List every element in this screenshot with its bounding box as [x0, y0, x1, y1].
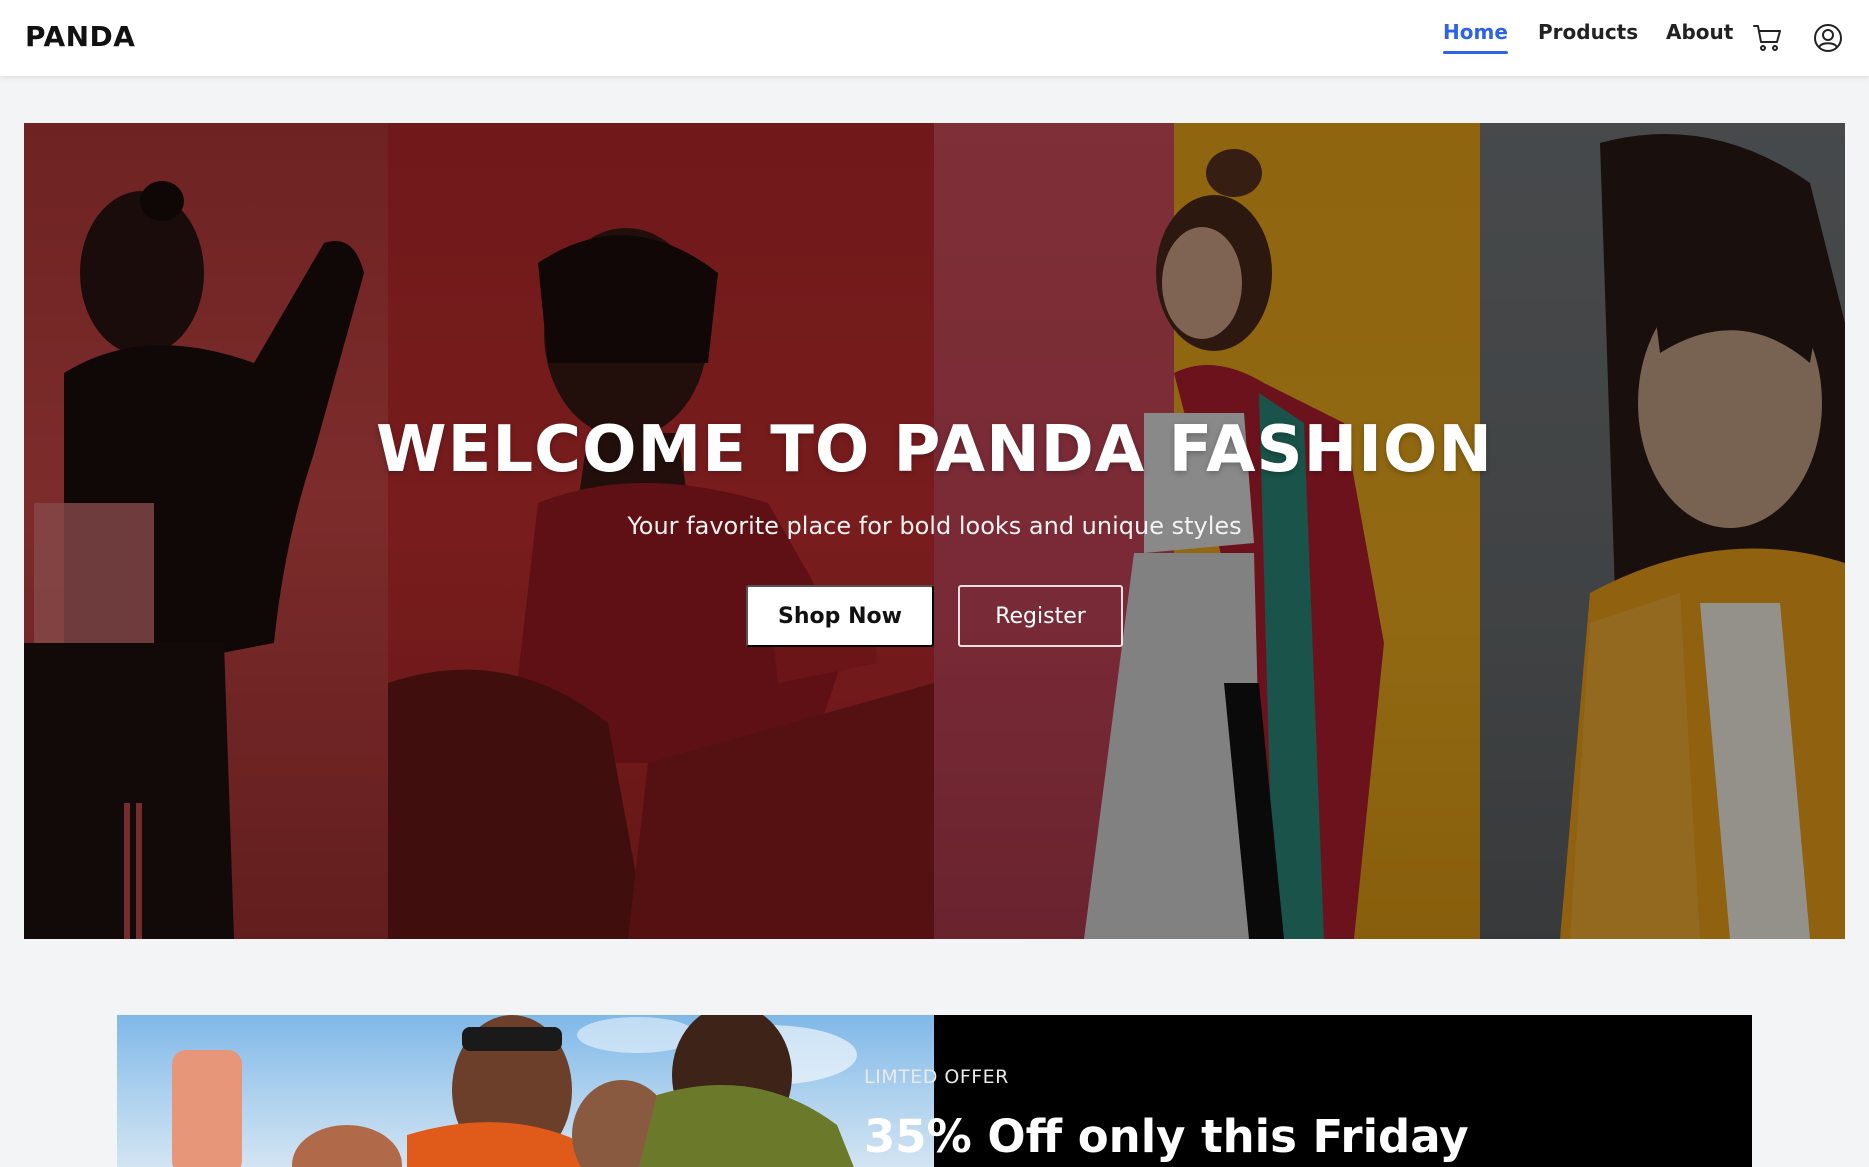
nav-home-link[interactable]: Home	[1443, 20, 1508, 54]
offer-kicker-label: LIMTED OFFER	[864, 1066, 1009, 1088]
nav-home-label: Home	[1443, 20, 1508, 44]
hero-title: WELCOME TO PANDA FASHION	[376, 413, 1493, 487]
shop-now-button[interactable]: Shop Now	[746, 585, 934, 647]
offer-group-photo	[117, 1015, 934, 1167]
hero-content: WELCOME TO PANDA FASHION Your favorite p…	[24, 123, 1845, 939]
register-button[interactable]: Register	[958, 585, 1123, 647]
cart-icon[interactable]	[1752, 22, 1784, 54]
main-nav: Home Products About	[0, 0, 1869, 76]
user-circle-icon[interactable]	[1812, 22, 1844, 54]
nav-about-link[interactable]: About	[1666, 20, 1733, 44]
nav-about-label: About	[1666, 20, 1734, 44]
offer-headline: 35% Off only this Friday	[864, 1110, 1469, 1163]
hero-banner: WELCOME TO PANDA FASHION Your favorite p…	[24, 123, 1845, 939]
nav-products-link[interactable]: Products	[1538, 20, 1638, 44]
nav-products-label: Products	[1538, 20, 1639, 44]
active-nav-underline	[1443, 51, 1508, 54]
top-navbar: PANDA Home Products About	[0, 0, 1869, 76]
hero-subtitle: Your favorite place for bold looks and u…	[627, 512, 1242, 540]
